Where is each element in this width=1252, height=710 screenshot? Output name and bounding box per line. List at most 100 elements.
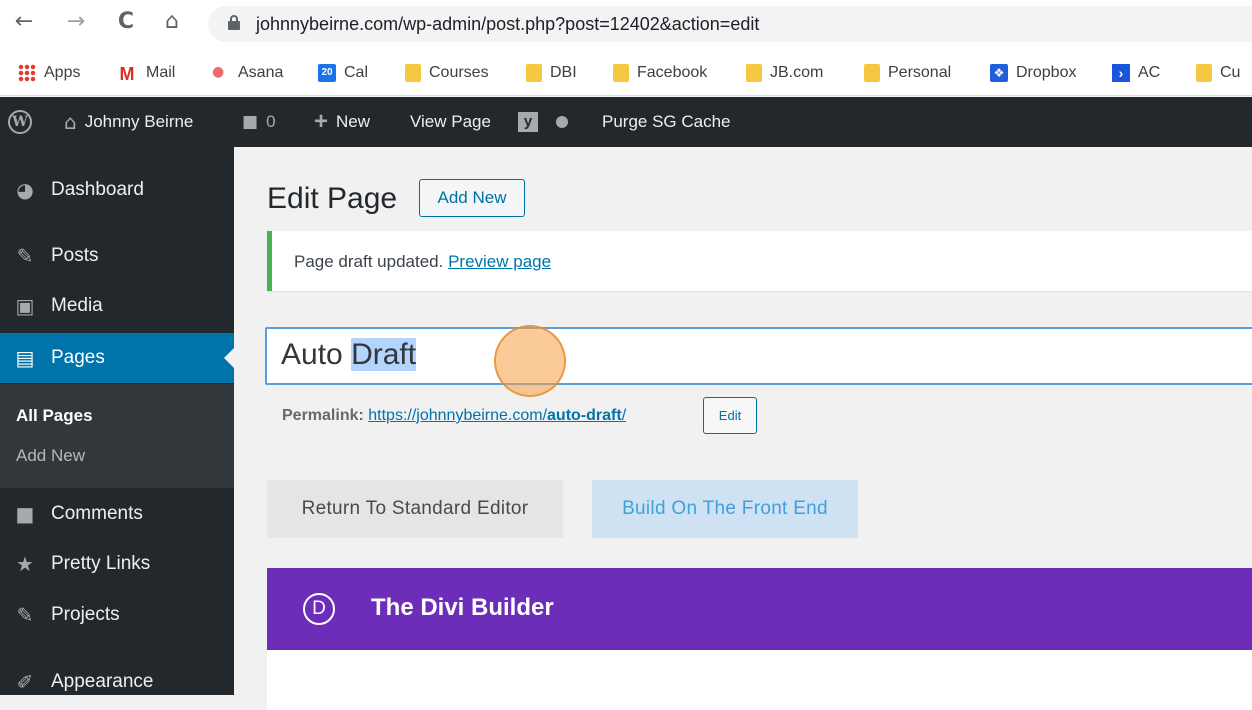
title-value: Auto Draft xyxy=(281,338,417,372)
submenu-add-new[interactable]: Add New xyxy=(16,446,85,466)
bookmark-ac[interactable]: › AC xyxy=(1112,62,1160,84)
divi-logo-icon: D xyxy=(303,593,335,625)
bookmark-cu[interactable]: Cu xyxy=(1196,62,1240,84)
sidebar-item-label: Pretty Links xyxy=(51,553,151,574)
comment-icon: ■ xyxy=(242,112,259,132)
bookmark-asana[interactable]: ● Asana xyxy=(212,62,283,84)
bookmarks-bar: Apps M Mail ● Asana 20 Cal Courses DBI F… xyxy=(0,50,1252,96)
bookmark-dropbox[interactable]: ❖ Dropbox xyxy=(990,62,1076,84)
permalink-trail: / xyxy=(621,407,627,424)
bookmark-courses[interactable]: Courses xyxy=(405,62,489,84)
browser-toolbar: ← → C ⌂ johnnybeirne.com/wp-admin/post.p… xyxy=(0,0,1252,50)
folder-icon xyxy=(1196,64,1212,82)
title-selected-text: Draft xyxy=(351,338,417,371)
permalink-link[interactable]: https://johnnybeirne.com/auto-draft/ xyxy=(368,407,626,424)
bookmark-personal[interactable]: Personal xyxy=(864,62,951,84)
sidebar-item-appearance[interactable]: ✐ Appearance xyxy=(0,657,234,707)
wp-admin-bar: W ⌂ Johnny Beirne ■ 0 + New View Page y … xyxy=(0,97,1252,147)
divi-builder-title: The Divi Builder xyxy=(371,594,554,621)
permalink-slug: auto-draft xyxy=(547,407,622,424)
title-plain: Auto xyxy=(281,338,352,371)
sidebar-item-projects[interactable]: ✎ Projects xyxy=(0,590,234,640)
activecampaign-icon: › xyxy=(1112,64,1130,82)
site-name-menu[interactable]: ⌂ Johnny Beirne xyxy=(64,97,193,147)
dropbox-icon: ❖ xyxy=(990,64,1008,82)
pin-icon: ✎ xyxy=(16,244,34,268)
update-notice: Page draft updated. Preview page xyxy=(267,231,1252,291)
bookmark-label: DBI xyxy=(550,64,577,81)
sidebar-item-label: Posts xyxy=(51,245,99,266)
sidebar-item-media[interactable]: ▣ Media xyxy=(0,281,234,331)
bookmark-label: AC xyxy=(1138,64,1161,81)
sidebar-item-posts[interactable]: ✎ Posts xyxy=(0,231,234,281)
divi-builder-body xyxy=(267,650,1252,710)
notice-message: Page draft updated. xyxy=(294,252,444,271)
purge-label: Purge SG Cache xyxy=(602,112,731,131)
view-page-link[interactable]: View Page xyxy=(410,97,491,147)
main-content: Edit Page Add New Page draft updated. Pr… xyxy=(234,147,1252,710)
new-label: New xyxy=(336,112,371,131)
bookmark-label: Asana xyxy=(238,64,284,81)
bookmark-apps[interactable]: Apps xyxy=(18,62,80,84)
view-page-label: View Page xyxy=(410,112,491,131)
home-icon: ⌂ xyxy=(64,110,77,134)
url-text: johnnybeirne.com/wp-admin/post.php?post=… xyxy=(256,14,760,34)
bookmark-label: Dropbox xyxy=(1016,64,1077,81)
divi-builder-header: D The Divi Builder xyxy=(267,568,1252,650)
pin-icon: ✎ xyxy=(16,603,34,627)
wp-logo-menu[interactable]: W xyxy=(8,97,32,147)
sidebar-item-comments[interactable]: ■ Comments xyxy=(0,489,234,539)
active-indicator xyxy=(224,348,234,368)
comment-icon: ■ xyxy=(15,502,35,526)
gmail-icon: M xyxy=(119,64,135,84)
sidebar-item-label: Projects xyxy=(51,604,120,625)
reload-icon[interactable]: C xyxy=(112,8,140,36)
wordpress-logo-icon: W xyxy=(8,110,32,134)
yoast-icon: y xyxy=(518,112,538,132)
sidebar-item-label: Dashboard xyxy=(51,179,144,200)
pages-icon: ▤ xyxy=(15,346,35,370)
sidebar-item-label: Appearance xyxy=(51,671,154,692)
folder-icon xyxy=(746,64,762,82)
asana-icon: ● xyxy=(212,64,225,80)
sidebar-item-dashboard[interactable]: ◕ Dashboard xyxy=(0,165,234,215)
sidebar-item-pages[interactable]: ▤ Pages xyxy=(0,333,234,383)
sidebar-item-label: Media xyxy=(51,295,103,316)
bookmark-label: Personal xyxy=(888,64,952,81)
folder-icon xyxy=(613,64,629,82)
back-icon[interactable]: ← xyxy=(10,8,38,36)
build-front-end-button[interactable]: Build On The Front End xyxy=(592,480,858,538)
yoast-menu[interactable]: y xyxy=(518,97,568,147)
address-bar[interactable]: johnnybeirne.com/wp-admin/post.php?post=… xyxy=(208,6,1252,42)
bookmark-dbi[interactable]: DBI xyxy=(526,62,577,84)
purge-cache-button[interactable]: Purge SG Cache xyxy=(602,97,731,147)
permalink-label: Permalink: xyxy=(282,407,364,424)
sidebar-item-pretty-links[interactable]: ★ Pretty Links xyxy=(0,539,234,589)
title-input[interactable]: Auto Draft xyxy=(265,327,1252,385)
bookmark-label: Facebook xyxy=(637,64,708,81)
home-icon[interactable]: ⌂ xyxy=(158,8,186,36)
bookmark-cal[interactable]: 20 Cal xyxy=(318,62,368,84)
notice-text: Page draft updated. Preview page xyxy=(294,252,551,272)
return-standard-editor-button[interactable]: Return To Standard Editor xyxy=(267,480,563,538)
submenu-all-pages[interactable]: All Pages xyxy=(16,406,93,426)
preview-page-link[interactable]: Preview page xyxy=(448,252,551,271)
folder-icon xyxy=(405,64,421,82)
folder-icon xyxy=(864,64,880,82)
bookmark-mail[interactable]: M Mail xyxy=(116,62,176,84)
bookmark-label: Cal xyxy=(344,64,369,81)
bookmark-label: Mail xyxy=(146,64,176,81)
bookmark-jbcom[interactable]: JB.com xyxy=(746,62,823,84)
forward-icon[interactable]: → xyxy=(62,8,90,36)
new-content-menu[interactable]: + New xyxy=(314,97,370,147)
comments-menu[interactable]: ■ 0 xyxy=(242,97,276,147)
calendar-icon: 20 xyxy=(318,64,336,82)
edit-slug-button[interactable]: Edit xyxy=(703,397,757,434)
add-new-button[interactable]: Add New xyxy=(419,179,525,217)
dashboard-icon: ◕ xyxy=(16,178,34,202)
sidebar-item-label: Pages xyxy=(51,347,105,368)
bookmark-label: Courses xyxy=(429,64,489,81)
plus-icon: + xyxy=(314,108,329,135)
bookmark-facebook[interactable]: Facebook xyxy=(613,62,707,84)
admin-sidebar: ◕ Dashboard ✎ Posts ▣ Media ▤ Pages All … xyxy=(0,147,234,695)
